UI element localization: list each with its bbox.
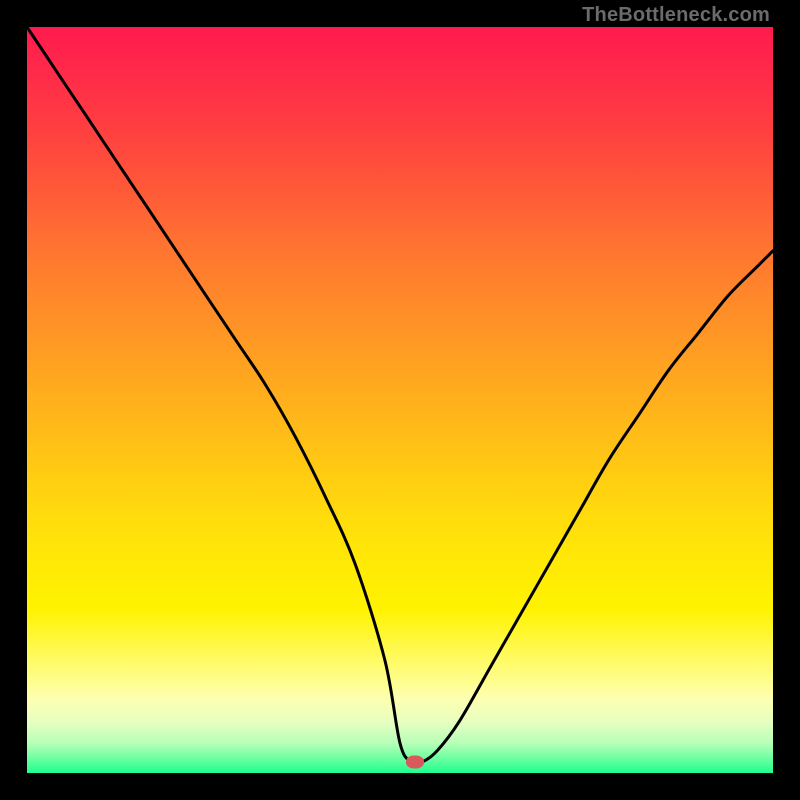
watermark-text: TheBottleneck.com [582, 4, 770, 27]
optimal-point-marker [406, 755, 424, 768]
chart-frame: TheBottleneck.com [0, 0, 800, 800]
plot-area [27, 27, 773, 773]
curve-svg [27, 27, 773, 773]
bottleneck-curve [27, 27, 773, 764]
